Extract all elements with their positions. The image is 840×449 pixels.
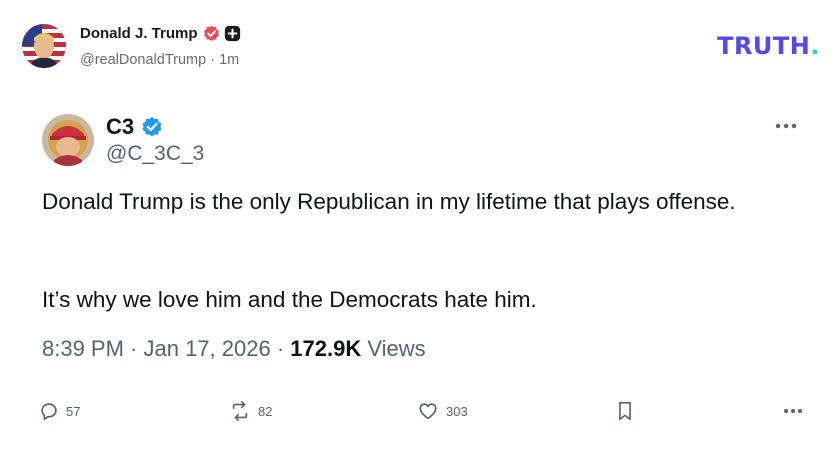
views-count[interactable]: 172.9K <box>290 336 361 361</box>
screenshot: Donald J. Trump @realDonaldTrump · 1m TR… <box>0 0 840 449</box>
reply-count: 57 <box>66 403 81 419</box>
post-text-paragraph: Donald Trump is the only Republican in m… <box>42 189 736 214</box>
post-timestamp[interactable]: 1m <box>219 52 239 68</box>
repost-count: 82 <box>258 403 273 419</box>
logo-text: TRUTH <box>717 32 811 60</box>
plus-badge-icon <box>224 25 241 42</box>
verified-badge-icon <box>204 25 219 41</box>
post-meta: 8:39 PM · Jan 17, 2026 · 172.9K Views <box>42 336 426 362</box>
meta-separator: · <box>123 336 144 361</box>
logo-dot: . <box>810 32 820 60</box>
heart-icon <box>419 403 437 420</box>
handle-separator: · <box>206 52 220 68</box>
embedded-display-name[interactable]: C3 <box>106 114 134 140</box>
author-handle-row: @realDonaldTrump · 1m <box>80 52 239 68</box>
bookmark-button[interactable] <box>615 398 635 424</box>
post-time[interactable]: 8:39 PM <box>42 336 124 361</box>
views-label[interactable]: Views <box>367 336 425 361</box>
embedded-handle[interactable]: @C_3C_3 <box>106 142 204 166</box>
bookmark-icon <box>619 401 631 421</box>
author-name[interactable]: Donald J. Trump <box>80 25 198 42</box>
reply-button[interactable]: 57 <box>38 398 80 424</box>
meta-separator: · <box>270 336 291 361</box>
post-text-paragraph: It’s why we love him and the Democrats h… <box>42 287 537 312</box>
reply-icon <box>41 403 57 421</box>
repost-icon <box>232 401 248 421</box>
post-date[interactable]: Jan 17, 2026 <box>144 336 271 361</box>
author-avatar[interactable] <box>22 24 66 68</box>
like-button[interactable]: 303 <box>416 398 468 424</box>
more-options-icon[interactable] <box>771 116 801 136</box>
share-button[interactable] <box>780 398 806 424</box>
repost-button[interactable]: 82 <box>228 398 272 424</box>
like-count: 303 <box>446 403 468 419</box>
verified-checkmark-icon <box>142 117 162 137</box>
embedded-author-avatar[interactable] <box>42 114 94 166</box>
more-horizontal-icon <box>784 409 802 413</box>
author-handle[interactable]: @realDonaldTrump <box>80 52 206 68</box>
truth-social-logo: TRUTH. <box>717 32 820 60</box>
